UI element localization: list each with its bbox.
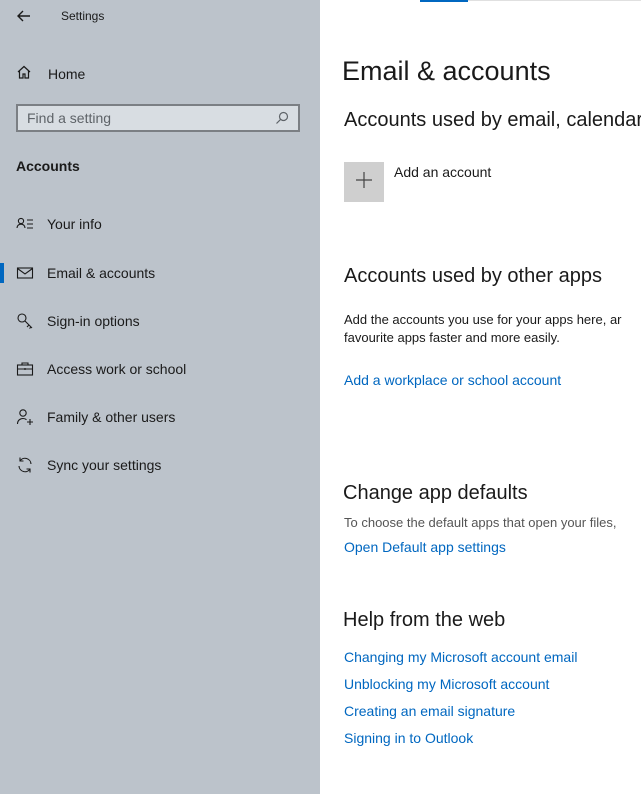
mail-icon xyxy=(16,264,34,282)
add-tile xyxy=(344,162,384,202)
sidebar-item-your-info[interactable]: Your info xyxy=(0,204,320,244)
search-box[interactable] xyxy=(16,104,300,132)
key-icon xyxy=(16,312,34,330)
other-apps-heading: Accounts used by other apps xyxy=(344,265,602,287)
sidebar-item-email-accounts[interactable]: Email & accounts xyxy=(0,253,320,293)
search-icon[interactable] xyxy=(274,110,290,126)
sidebar-item-access-work-school[interactable]: Access work or school xyxy=(0,349,320,389)
sidebar: Settings Home Accounts Your info Email &… xyxy=(0,0,320,794)
briefcase-icon xyxy=(16,360,34,378)
email-section-heading: Accounts used by email, calendar xyxy=(344,109,641,131)
page-title: Email & accounts xyxy=(342,56,551,86)
sidebar-item-label: Your info xyxy=(47,216,102,232)
window-title: Settings xyxy=(61,9,105,23)
scroll-indicator xyxy=(420,0,468,2)
defaults-description: To choose the default apps that open you… xyxy=(344,515,617,530)
search-input[interactable] xyxy=(18,109,274,127)
back-arrow-icon[interactable] xyxy=(14,6,34,26)
plus-icon xyxy=(354,170,374,195)
main-content: Email & accounts Accounts used by email,… xyxy=(320,0,641,794)
open-default-app-settings-link[interactable]: Open Default app settings xyxy=(344,539,506,555)
sidebar-item-label: Family & other users xyxy=(47,409,176,425)
sidebar-item-family-other-users[interactable]: Family & other users xyxy=(0,397,320,437)
sidebar-item-label: Sync your settings xyxy=(47,457,162,473)
person-add-icon xyxy=(16,408,34,426)
other-apps-description-line2: favourite apps faster and more easily. xyxy=(344,330,560,345)
help-heading: Help from the web xyxy=(343,609,506,631)
home-nav-item[interactable]: Home xyxy=(16,63,85,85)
defaults-heading: Change app defaults xyxy=(343,482,528,504)
person-card-icon xyxy=(16,215,34,233)
help-link-signing-in-outlook[interactable]: Signing in to Outlook xyxy=(344,730,473,746)
home-icon xyxy=(16,64,32,85)
sidebar-item-label: Sign-in options xyxy=(47,313,140,329)
divider xyxy=(468,0,641,1)
add-account-label: Add an account xyxy=(394,164,492,180)
sync-icon xyxy=(16,456,34,474)
help-link-unblock-account[interactable]: Unblocking my Microsoft account xyxy=(344,676,549,692)
sidebar-item-label: Email & accounts xyxy=(47,265,156,281)
section-title: Accounts xyxy=(16,158,80,174)
sidebar-item-label: Access work or school xyxy=(47,361,187,377)
help-link-email-signature[interactable]: Creating an email signature xyxy=(344,703,515,719)
help-link-change-email[interactable]: Changing my Microsoft account email xyxy=(344,649,577,665)
sidebar-item-sign-in-options[interactable]: Sign-in options xyxy=(0,301,320,341)
other-apps-description-line1: Add the accounts you use for your apps h… xyxy=(344,312,622,327)
home-label: Home xyxy=(48,66,86,82)
add-workplace-account-link[interactable]: Add a workplace or school account xyxy=(344,372,561,388)
add-account-button[interactable]: Add an account xyxy=(344,162,491,202)
sidebar-item-sync-settings[interactable]: Sync your settings xyxy=(0,445,320,485)
